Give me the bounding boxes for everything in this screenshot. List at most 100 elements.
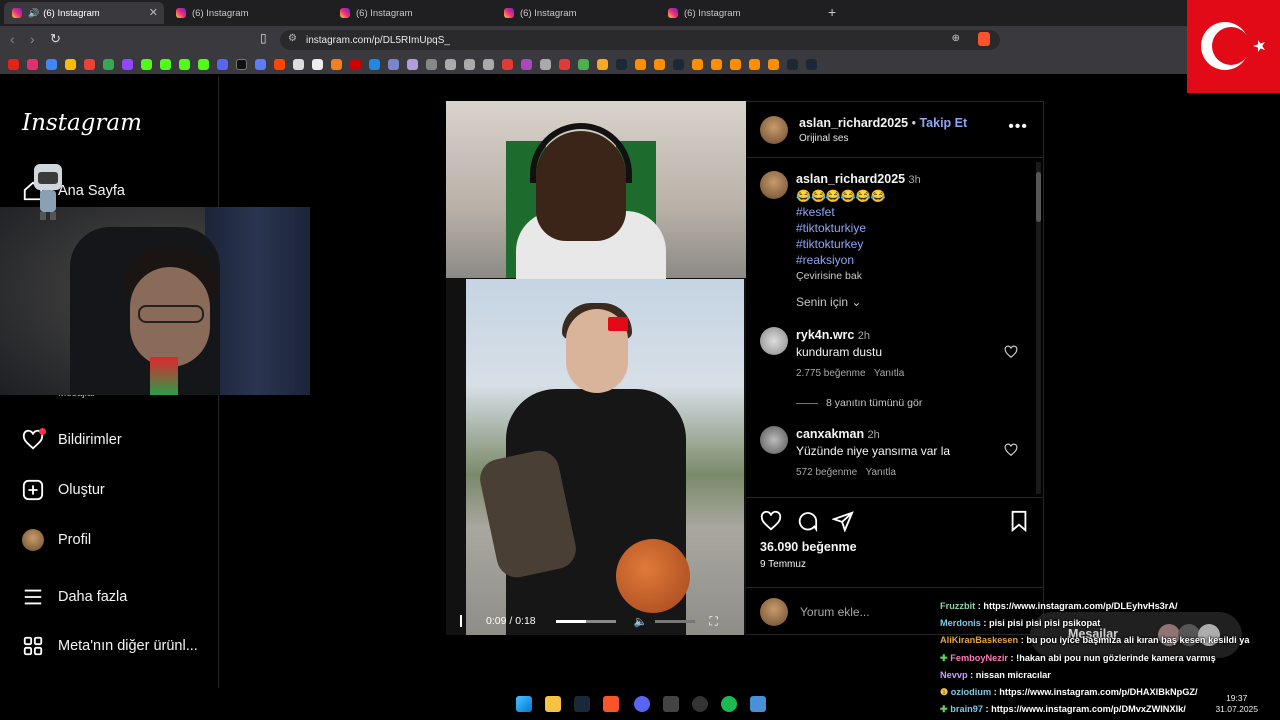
more-options-icon[interactable]: ••• [1008, 118, 1028, 136]
bookmark-icon[interactable] [749, 58, 760, 70]
comment-like-count[interactable]: 2.775 beğenme [796, 368, 866, 379]
back-icon[interactable]: ‹ [10, 31, 15, 47]
bookmark-icon[interactable] [388, 58, 399, 70]
reply-button[interactable]: Yanıtla [866, 467, 896, 478]
bookmark-icon[interactable] [426, 58, 437, 70]
audio-label[interactable]: Orijinal ses [799, 133, 848, 144]
folder-bookmark-icon[interactable] [597, 58, 608, 70]
steam-bookmark-icon[interactable] [616, 58, 627, 70]
bookmark-icon[interactable] [711, 58, 722, 70]
fullscreen-icon[interactable]: ⛶ [709, 614, 717, 629]
bookmark-icon[interactable] [578, 58, 589, 70]
save-icon[interactable] [1008, 510, 1030, 537]
hashtag-link[interactable]: #tiktokturkiye [796, 220, 921, 236]
file-explorer-icon[interactable] [545, 696, 561, 712]
bookmark-icon[interactable] [312, 58, 323, 70]
bookmark-icon[interactable]: ▯ [260, 31, 267, 45]
tab-instagram-5[interactable]: (6) Instagram [660, 2, 820, 24]
sidebar-item-meta-products[interactable]: Meta'nın diğer ürünl... [22, 635, 198, 657]
author-username[interactable]: aslan_richard2025 [799, 116, 908, 130]
comment-input[interactable]: Yorum ekle... [800, 605, 870, 619]
bookmark-icon[interactable] [293, 58, 304, 70]
hashtag-link[interactable]: #kesfet [796, 204, 921, 220]
scrollbar-thumb[interactable] [1036, 172, 1041, 222]
tab-instagram-3[interactable]: (6) Instagram [332, 2, 492, 24]
brave-icon[interactable] [603, 696, 619, 712]
x-bookmark-icon[interactable] [236, 58, 247, 70]
bookmark-icon[interactable] [730, 58, 741, 70]
bookmark-icon[interactable] [464, 58, 475, 70]
like-icon[interactable] [760, 510, 782, 537]
volume-icon[interactable]: 🔈 [634, 615, 648, 628]
bookmark-icon[interactable] [635, 58, 646, 70]
view-replies[interactable]: 8 yanıtın tümünü gör [796, 397, 922, 409]
author-avatar[interactable] [760, 116, 788, 144]
bookmark-icon[interactable] [65, 58, 76, 70]
video-progress-bar[interactable] [555, 619, 616, 623]
brave-shield-icon[interactable] [978, 32, 990, 46]
bookmark-icon[interactable] [559, 58, 570, 70]
sidebar-item-more[interactable]: Daha fazla [22, 586, 127, 608]
comment-username[interactable]: canxakman [796, 427, 864, 441]
heart-icon[interactable] [1004, 345, 1018, 364]
zoom-icon[interactable]: ⊕ [952, 33, 960, 44]
reload-icon[interactable]: ↻ [50, 31, 61, 47]
bookmark-icon[interactable] [217, 58, 228, 70]
bookmark-icon[interactable] [692, 58, 703, 70]
discord-icon[interactable] [634, 696, 650, 712]
comments-scrollbar[interactable] [1036, 162, 1041, 494]
bookmark-icon[interactable] [654, 58, 665, 70]
kick-bookmark-icon[interactable] [141, 58, 152, 70]
youtube-bookmark-icon[interactable] [8, 58, 19, 70]
like-count[interactable]: 36.090 beğenme [760, 540, 857, 554]
hashtag-link[interactable]: #reaksiyon [796, 252, 921, 268]
bookmark-icon[interactable] [369, 58, 380, 70]
hashtag-link[interactable]: #tiktokturkey [796, 236, 921, 252]
heart-icon[interactable] [1004, 443, 1018, 462]
caption-username[interactable]: aslan_richard2025 [796, 172, 905, 186]
kick-bookmark-icon[interactable] [198, 58, 209, 70]
post-video[interactable]: 0:09 / 0:18 🔈 ⛶ [446, 101, 746, 635]
commenter-avatar[interactable] [760, 327, 788, 355]
tab-instagram-2[interactable]: (6) Instagram [168, 2, 328, 24]
comment-like-count[interactable]: 572 beğenme [796, 467, 857, 478]
instagram-bookmark-icon[interactable] [27, 58, 38, 70]
drive-bookmark-icon[interactable] [103, 58, 114, 70]
new-tab-icon[interactable]: + [828, 4, 836, 20]
twitch-bookmark-icon[interactable] [122, 58, 133, 70]
site-settings-icon[interactable]: ⚙ [288, 33, 297, 44]
app-icon[interactable] [750, 696, 766, 712]
spotify-icon[interactable] [721, 696, 737, 712]
comment-icon[interactable] [796, 510, 818, 537]
steam-bookmark-icon[interactable] [787, 58, 798, 70]
close-tab-icon[interactable]: ✕ [149, 6, 158, 19]
forward-icon[interactable]: › [30, 31, 35, 47]
speaker-icon[interactable]: 🔊 [28, 8, 39, 19]
share-icon[interactable] [830, 510, 854, 537]
instagram-logo[interactable]: Instagram [22, 110, 142, 136]
sort-dropdown[interactable]: Senin için ⌄ [796, 295, 861, 309]
author-avatar[interactable] [760, 171, 788, 199]
bookmark-icon[interactable] [407, 58, 418, 70]
volume-slider[interactable] [655, 619, 696, 623]
comment-username[interactable]: ryk4n.wrc [796, 328, 854, 342]
bookmark-icon[interactable] [502, 58, 513, 70]
follow-button[interactable]: Takip Et [919, 116, 967, 130]
commenter-avatar[interactable] [760, 426, 788, 454]
reply-button[interactable]: Yanıtla [874, 368, 904, 379]
bookmark-icon[interactable] [445, 58, 456, 70]
kick-bookmark-icon[interactable] [160, 58, 171, 70]
bookmark-icon[interactable] [255, 58, 266, 70]
reddit-bookmark-icon[interactable] [274, 58, 285, 70]
gmail-bookmark-icon[interactable] [84, 58, 95, 70]
sidebar-item-create[interactable]: Oluştur [22, 479, 105, 501]
bookmark-icon[interactable] [46, 58, 57, 70]
bookmark-icon[interactable] [331, 58, 342, 70]
obs-icon[interactable] [692, 696, 708, 712]
tab-instagram-1[interactable]: 🔊 (6) Instagram ✕ [4, 2, 164, 24]
windows-start-icon[interactable] [516, 696, 532, 712]
bookmark-icon[interactable] [350, 58, 361, 70]
app-icon[interactable] [663, 696, 679, 712]
steam-icon[interactable] [574, 696, 590, 712]
bookmark-icon[interactable] [540, 58, 551, 70]
